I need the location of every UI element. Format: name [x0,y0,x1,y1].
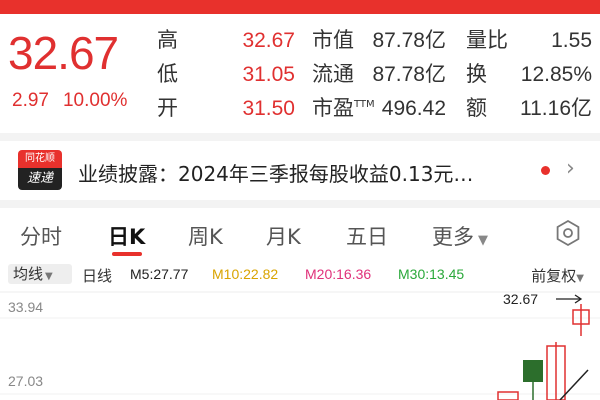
news-logo-bottom: 速递 [18,168,62,190]
chevron-down-icon: ▼ [478,233,488,248]
ma5-value: M5:27.77 [130,266,189,282]
caret-down-icon: ▼ [45,271,53,282]
amount-value: 11.16亿 [520,97,592,120]
news-logo-top: 同花顺 [18,150,62,168]
price-adjust-dropdown[interactable]: 前复权▼ [531,265,584,286]
chevron-right-icon[interactable]: › [566,156,575,181]
price-change: 2.97 10.00% [12,90,141,112]
ma20-value: M20:16.36 [305,266,372,282]
high-value: 32.67 [242,29,295,52]
ma10-value: M10:22.82 [212,266,279,282]
market-cap-value: 87.78亿 [372,29,446,52]
volume-ratio-label: 量比 [466,28,508,52]
ma5-line [559,369,589,400]
market-cap-label: 市值 [312,28,354,52]
tab-weekly-k[interactable]: 周K [188,221,223,251]
section-divider [0,200,600,208]
float-cap-value: 87.78亿 [372,63,446,86]
unread-dot [541,166,550,175]
change-percent: 10.00% [62,90,128,111]
tab-monthly-k[interactable]: 月K [266,221,301,251]
open-label: 开 [157,96,178,120]
turnover-value: 12.85% [520,63,592,86]
change-amount: 2.97 [12,90,49,111]
pe-value: 496.42 [381,97,446,120]
settings-hexagon-icon[interactable] [554,219,582,247]
status-strip [0,0,600,14]
tab-more-label: 更多 [432,225,474,249]
price-adjust-label: 前复权 [531,267,577,285]
period-label: 日线 [82,268,113,285]
tab-five-day[interactable]: 五日 [346,221,388,251]
tab-daily-k[interactable]: 日K [108,221,145,251]
current-price: 32.67 [8,27,119,79]
open-value: 31.50 [242,97,295,120]
ma-dropdown-label: 均线 [13,265,44,283]
kline-chart[interactable] [0,290,600,400]
ma-dropdown[interactable]: 均线 ▼ [8,264,72,284]
caret-down-icon: ▼ [576,273,584,284]
section-divider [0,133,600,141]
low-value: 31.05 [242,63,295,86]
news-source-logo: 同花顺 速递 [18,150,62,190]
volume-ratio-value: 1.55 [551,29,592,52]
tab-more[interactable]: 更多 ▼ [432,221,488,251]
amount-label: 额 [466,96,487,120]
active-tab-indicator [112,252,142,256]
news-headline[interactable]: 业绩披露：2024年三季报每股收益0.13元… [78,158,473,187]
ma30-value: M30:13.45 [398,266,465,282]
pe-label-text: 市盈 [312,96,354,120]
turnover-label: 换 [466,62,487,86]
candle-up [497,391,519,400]
float-cap-label: 流通 [312,62,354,86]
high-label: 高 [157,28,178,52]
tab-intraday[interactable]: 分时 [20,221,62,251]
moving-average-bar: 均线 ▼ 日线 M5:27.77 M10:22.82 M20:16.36 M30:… [0,262,600,286]
candle-down [523,360,543,382]
low-label: 低 [157,62,178,86]
